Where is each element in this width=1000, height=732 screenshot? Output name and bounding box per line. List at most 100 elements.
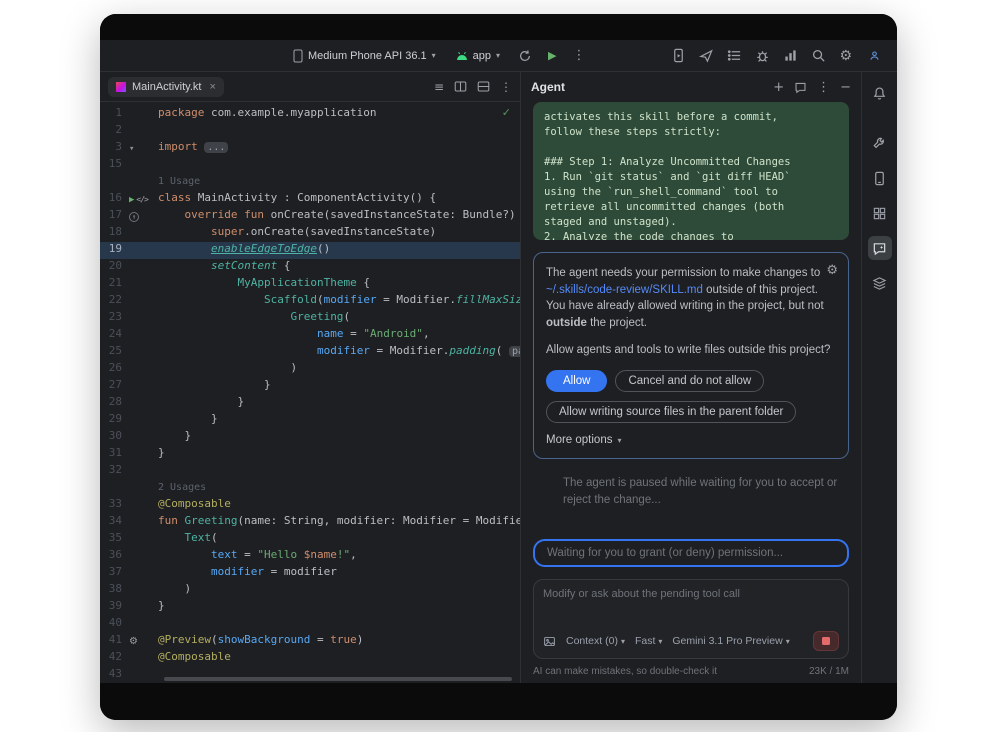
agent-composer-input[interactable] (543, 588, 839, 624)
agent-status-input[interactable] (533, 539, 849, 567)
run-config-label: app (473, 50, 491, 62)
code-line[interactable]: 21 MyApplicationTheme { (100, 276, 520, 293)
code-line[interactable]: 42@Composable (100, 650, 520, 667)
tab-close-icon[interactable]: × (209, 81, 215, 93)
inspections-ok-icon[interactable]: ✓ (502, 106, 511, 119)
code-line[interactable]: 18 super.onCreate(savedInstanceState) (100, 225, 520, 242)
tab-label: MainActivity.kt (132, 81, 201, 93)
code-line[interactable]: 41⚙@Preview(showBackground = true) (100, 633, 520, 650)
code-line[interactable]: 2 (100, 123, 520, 140)
code-line[interactable]: 30 } (100, 429, 520, 446)
code-line[interactable]: 33@Composable (100, 497, 520, 514)
settings-icon[interactable]: ⚙ (839, 48, 852, 64)
code-text: 2 Usages (158, 480, 520, 497)
context-selector[interactable]: Context (0)▾ (566, 635, 625, 647)
main-toolbar: Medium Phone API 36.1 ▾ app ▾ ▶ ⋮ (100, 40, 897, 72)
permission-settings-icon[interactable]: ⚙ (826, 262, 838, 281)
profiler-icon[interactable] (783, 48, 798, 63)
code-line[interactable]: 28 } (100, 395, 520, 412)
agent-composer: Context (0)▾ Fast▾ Gemini 3.1 Pro Previe… (533, 579, 849, 659)
code-text (158, 463, 520, 480)
code-line[interactable]: 1package com.example.myapplication (100, 106, 520, 123)
code-line[interactable]: 20 setContent { (100, 259, 520, 276)
running-devices-icon[interactable] (671, 48, 686, 63)
notifications-icon[interactable] (868, 81, 892, 105)
code-line[interactable]: 36 text = "Hello $name!", (100, 548, 520, 565)
allow-parent-folder-button[interactable]: Allow writing source files in the parent… (546, 401, 796, 423)
skill-file-link[interactable]: ~/.skills/code-review/SKILL.md (546, 284, 703, 296)
hide-panel-icon[interactable]: − (840, 80, 851, 95)
code-text (158, 123, 520, 140)
new-chat-icon[interactable]: + (773, 80, 784, 95)
override-gutter-icon[interactable]: ↑ (129, 212, 139, 222)
token-counter: 23K / 1M (809, 666, 849, 677)
horizontal-scrollbar[interactable] (164, 677, 512, 681)
code-line[interactable]: 32 (100, 463, 520, 480)
sync-project-icon[interactable] (515, 47, 535, 65)
code-line[interactable]: 37 modifier = modifier (100, 565, 520, 582)
resource-manager-icon[interactable] (868, 201, 892, 225)
code-line[interactable]: 34fun Greeting(name: String, modifier: M… (100, 514, 520, 531)
code-line[interactable]: 40 (100, 616, 520, 633)
usage-inlay-row[interactable]: 2 Usages (100, 480, 520, 497)
allow-button[interactable]: Allow (546, 370, 607, 392)
run-config-selector[interactable]: app ▾ (451, 47, 505, 65)
code-line[interactable]: 27 } (100, 378, 520, 395)
usage-inlay-row[interactable]: 1 Usage (100, 174, 520, 191)
permission-body: The agent needs your permission to make … (546, 265, 836, 332)
code-line[interactable]: 25 modifier = Modifier.padding( paddingV… (100, 344, 520, 361)
code-line[interactable]: 38 ) (100, 582, 520, 599)
gemini-agent-icon[interactable] (868, 236, 892, 260)
run-button[interactable]: ▶ (545, 47, 559, 64)
toolbar-more-icon[interactable]: ⋮ (570, 46, 589, 65)
device-explorer-icon[interactable] (868, 166, 892, 190)
code-line[interactable]: 39} (100, 599, 520, 616)
split-down-icon[interactable] (477, 80, 490, 93)
agent-options-icon[interactable]: ⋮ (817, 80, 830, 95)
line-number: 25 (100, 344, 126, 361)
usage-hint[interactable]: 2 Usages (158, 482, 206, 493)
line-number: 32 (100, 463, 126, 480)
user-avatar[interactable] (865, 47, 883, 65)
tab-mainactivity[interactable]: MainActivity.kt × (108, 77, 224, 97)
cancel-button[interactable]: Cancel and do not allow (615, 370, 764, 392)
editor-list-icon[interactable]: ≡ (434, 80, 444, 94)
chevron-down-icon: ▾ (658, 637, 662, 646)
code-text: super.onCreate(savedInstanceState) (158, 225, 520, 242)
model-selector[interactable]: Gemini 3.1 Pro Preview▾ (672, 635, 789, 647)
device-selector[interactable]: Medium Phone API 36.1 ▾ (288, 46, 441, 66)
code-line[interactable]: 24 name = "Android", (100, 327, 520, 344)
compose-gutter-icon[interactable]: </> (136, 195, 147, 204)
code-line[interactable]: 23 Greeting( (100, 310, 520, 327)
attach-image-icon[interactable] (543, 635, 556, 648)
code-line[interactable]: 29 } (100, 412, 520, 429)
code-line[interactable]: 15 (100, 157, 520, 174)
build-variants-icon[interactable] (727, 48, 742, 63)
code-line[interactable]: 31} (100, 446, 520, 463)
preview-gutter-icon[interactable]: ⚙ (129, 636, 138, 647)
code-line[interactable]: 22 Scaffold(modifier = Modifier.fillMaxS… (100, 293, 520, 310)
more-options-button[interactable]: More options ▾ (546, 434, 622, 446)
code-line[interactable]: 26 ) (100, 361, 520, 378)
code-editor[interactable]: ✓ 1package com.example.myapplication23▾i… (100, 102, 520, 683)
debug-icon[interactable] (755, 48, 770, 63)
code-text: 1 Usage (158, 174, 520, 191)
split-right-icon[interactable] (454, 80, 467, 93)
usage-hint[interactable]: 1 Usage (158, 176, 200, 187)
code-line[interactable]: 17↑ override fun onCreate(savedInstanceS… (100, 208, 520, 225)
gradle-icon[interactable] (868, 131, 892, 155)
code-line[interactable]: 35 Text( (100, 531, 520, 548)
code-line[interactable]: 19 enableEdgeToEdge() (100, 242, 520, 259)
agent-chat-scroll[interactable]: activates this skill before a commit, fo… (521, 102, 861, 539)
device-mirroring-icon[interactable] (699, 48, 714, 63)
chat-history-icon[interactable] (794, 81, 807, 94)
run-gutter-icon[interactable]: ▶ (129, 195, 134, 205)
fold-gutter-icon[interactable]: ▾ (129, 144, 134, 154)
stop-button[interactable] (813, 631, 839, 651)
editor-options-icon[interactable]: ⋮ (500, 80, 512, 94)
search-icon[interactable] (811, 48, 826, 63)
code-line[interactable]: 16▶</>class MainActivity : ComponentActi… (100, 191, 520, 208)
layout-inspector-icon[interactable] (868, 271, 892, 295)
speed-selector[interactable]: Fast▾ (635, 635, 662, 647)
code-line[interactable]: 3▾import ... (100, 140, 520, 157)
